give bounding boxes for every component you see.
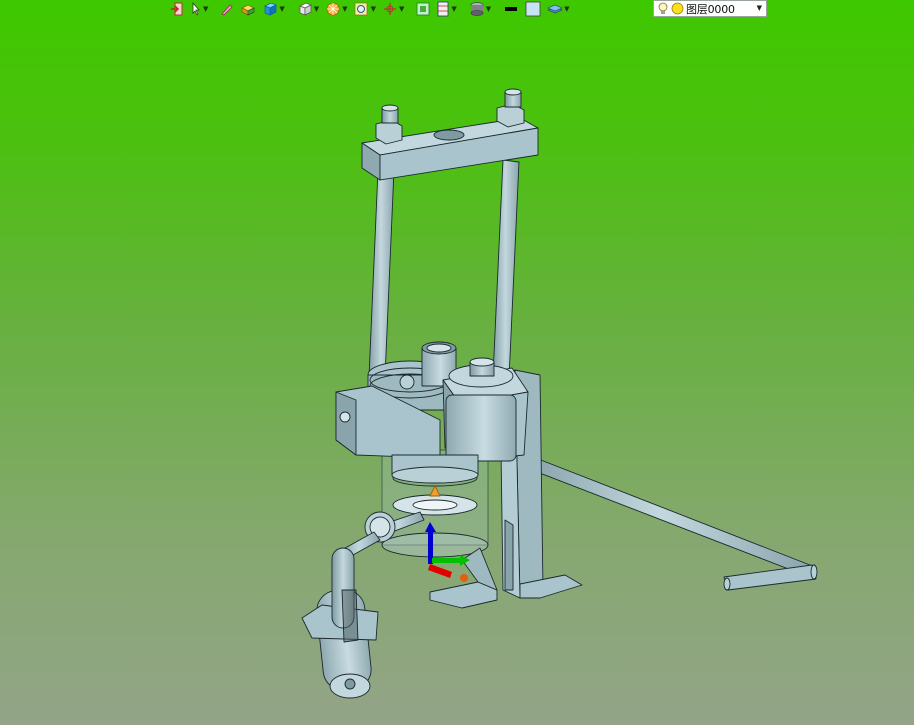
piston-stack[interactable] bbox=[391, 454, 479, 484]
lever-handle[interactable] bbox=[505, 447, 818, 591]
pump-cylinder[interactable] bbox=[442, 357, 529, 463]
press-yoke[interactable] bbox=[335, 341, 457, 459]
guide-rod-right[interactable] bbox=[491, 159, 520, 401]
3d-viewport[interactable]: ▼ ▼ ▼ ▼ ▼ ▼ ▼ ▼ ▼ 图层0000 ▼ bbox=[0, 0, 914, 725]
cad-model-press-assembly[interactable] bbox=[0, 0, 914, 725]
